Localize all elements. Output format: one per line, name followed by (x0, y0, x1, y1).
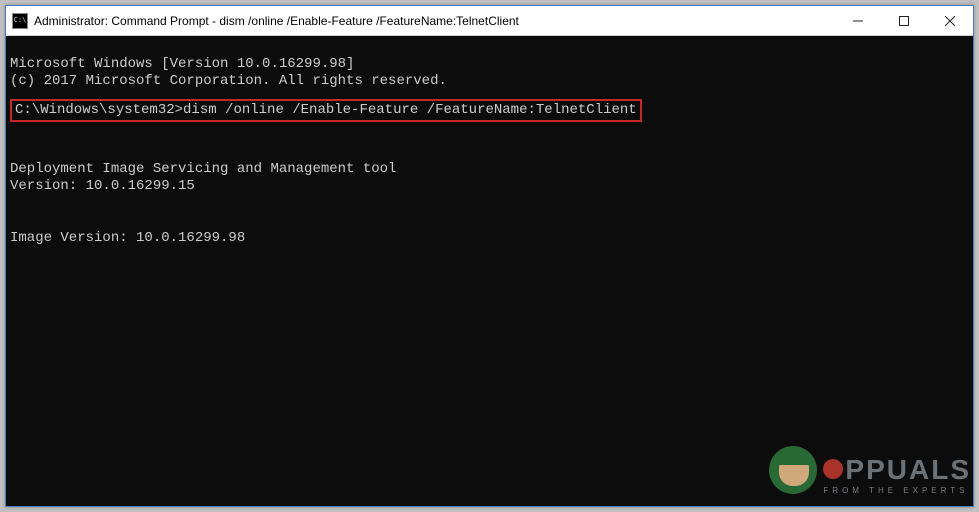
titlebar[interactable]: C:\ Administrator: Command Prompt - dism… (6, 6, 973, 36)
blank-line (10, 196, 969, 213)
minimize-button[interactable] (835, 6, 881, 36)
command-prompt-window: C:\ Administrator: Command Prompt - dism… (5, 5, 974, 507)
terminal-output: Image Version: 10.0.16299.98 (10, 230, 245, 246)
close-button[interactable] (927, 6, 973, 36)
highlighted-command: C:\Windows\system32>dism /online /Enable… (10, 99, 642, 123)
terminal-area[interactable]: Microsoft Windows [Version 10.0.16299.98… (6, 36, 973, 506)
prompt-path: C:\Windows\system32> (15, 102, 183, 118)
minimize-icon (853, 16, 863, 26)
cmd-icon: C:\ (12, 13, 28, 29)
terminal-output: Version: 10.0.16299.15 (10, 178, 195, 194)
terminal-line: (c) 2017 Microsoft Corporation. All righ… (10, 73, 447, 89)
command-text: dism /online /Enable-Feature /FeatureNam… (183, 102, 637, 118)
terminal-output: Deployment Image Servicing and Managemen… (10, 161, 396, 177)
maximize-icon (899, 16, 909, 26)
close-icon (945, 16, 955, 26)
terminal-line: Microsoft Windows [Version 10.0.16299.98… (10, 56, 354, 72)
window-controls (835, 6, 973, 35)
blank-line (10, 126, 969, 143)
window-title: Administrator: Command Prompt - dism /on… (34, 14, 835, 28)
maximize-button[interactable] (881, 6, 927, 36)
